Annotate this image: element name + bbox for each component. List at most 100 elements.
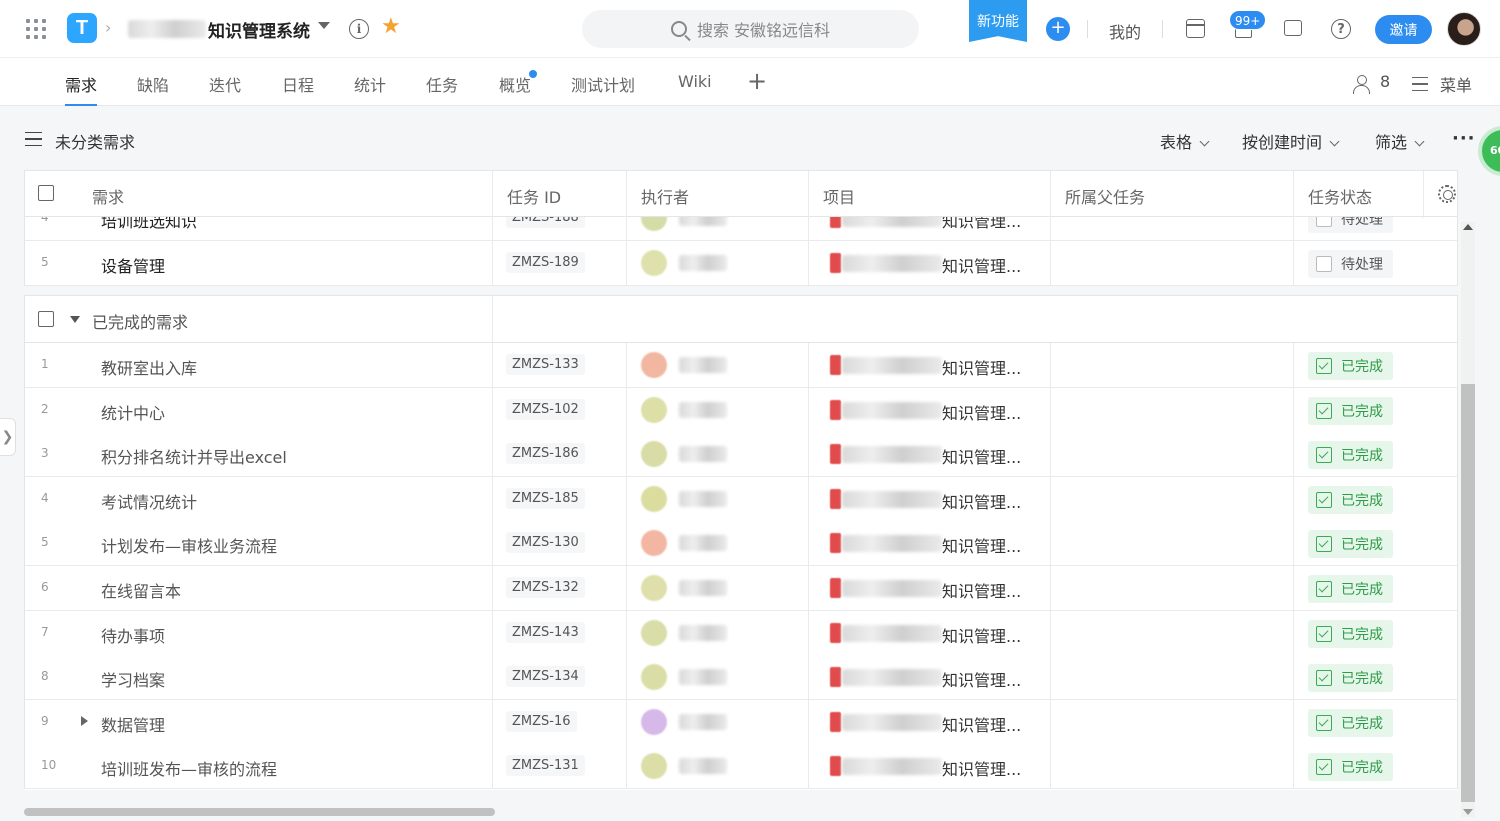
assignee-avatar[interactable] — [641, 753, 667, 780]
status-badge[interactable]: 已完成 — [1308, 619, 1393, 648]
invite-button[interactable]: 邀请 — [1375, 15, 1432, 44]
expand-row-icon[interactable] — [81, 715, 88, 726]
assignee-avatar[interactable] — [641, 530, 667, 557]
status-badge[interactable]: 已完成 — [1308, 485, 1393, 514]
table-row[interactable]: 3 积分排名统计并导出excel ZMZS-186 知识管理... 已完成 — [24, 432, 1458, 478]
requirement-title[interactable]: 设备管理 — [101, 253, 165, 277]
scroll-up-icon[interactable] — [1463, 224, 1473, 230]
requirement-title[interactable]: 积分排名统计并导出excel — [101, 444, 287, 468]
project-name[interactable]: 知识管理... — [942, 253, 1021, 277]
members-count[interactable]: 8 — [1380, 72, 1390, 91]
column-header-project[interactable]: 项目 — [823, 184, 855, 208]
status-badge[interactable]: 已完成 — [1308, 575, 1393, 603]
tab-test-plan[interactable]: 测试计划 — [571, 72, 635, 96]
status-badge[interactable]: 已完成 — [1308, 441, 1393, 470]
assignee-avatar[interactable] — [641, 396, 667, 423]
apps-grid-icon[interactable] — [26, 19, 46, 39]
requirement-title[interactable]: 数据管理 — [101, 712, 165, 736]
expand-sidebar-handle[interactable]: ❯ — [0, 418, 16, 456]
requirement-title[interactable]: 待办事项 — [101, 623, 165, 647]
project-name[interactable]: 知识管理... — [942, 355, 1021, 379]
assignee-avatar[interactable] — [641, 249, 667, 276]
project-name[interactable]: 知识管理... — [942, 578, 1021, 602]
column-header-requirement[interactable]: 需求 — [92, 184, 124, 208]
search-box[interactable]: 搜索 安徽铭远信科 — [582, 10, 919, 48]
column-header-parent-task[interactable]: 所属父任务 — [1065, 184, 1145, 208]
status-badge[interactable]: 待处理 — [1308, 249, 1393, 278]
requirement-title[interactable]: 培训班发布—审核的流程 — [101, 756, 277, 780]
tab-bugs[interactable]: 缺陷 — [137, 72, 169, 96]
assignee-avatar[interactable] — [641, 708, 667, 735]
tab-requirements[interactable]: 需求 — [65, 72, 98, 106]
table-row[interactable]: 7 待办事项 ZMZS-143 知识管理... 已完成 — [24, 610, 1458, 656]
status-badge[interactable]: 已完成 — [1308, 396, 1393, 425]
add-tab-icon[interactable]: + — [747, 67, 767, 95]
assignee-avatar[interactable] — [641, 441, 667, 468]
tab-wiki[interactable]: Wiki — [678, 72, 712, 91]
table-row[interactable]: 5 计划发布—审核业务流程 ZMZS-130 知识管理... 已完成 — [24, 521, 1458, 567]
vertical-scrollbar[interactable] — [1461, 222, 1475, 817]
sliders-icon[interactable] — [1412, 77, 1428, 91]
view-selector[interactable]: 表格 — [1160, 129, 1210, 153]
assignee-avatar[interactable] — [641, 485, 667, 512]
caret-down-icon[interactable] — [318, 22, 330, 29]
tab-statistics[interactable]: 统计 — [354, 72, 386, 96]
project-name[interactable]: 知识管理... — [942, 712, 1021, 736]
table-row[interactable]: 9 数据管理 ZMZS-16 知识管理... 已完成 — [24, 699, 1458, 745]
filter-selector[interactable]: 筛选 — [1375, 129, 1425, 153]
status-badge[interactable]: 已完成 — [1308, 753, 1393, 782]
user-avatar[interactable] — [1447, 12, 1481, 46]
project-name[interactable]: 知识管理... — [942, 756, 1021, 780]
project-name[interactable]: 知识管理... — [942, 533, 1021, 557]
project-name[interactable]: 知识管理... — [942, 444, 1021, 468]
members-icon[interactable] — [1353, 75, 1371, 94]
caret-down-icon[interactable] — [70, 316, 80, 323]
tab-overview[interactable]: 概览 — [499, 72, 531, 96]
requirement-title[interactable]: 教研室出入库 — [101, 355, 197, 379]
sort-selector[interactable]: 按创建时间 — [1242, 129, 1340, 153]
message-icon[interactable] — [1284, 20, 1302, 36]
column-header-task-id[interactable]: 任务 ID — [507, 184, 561, 208]
group-checkbox[interactable] — [38, 311, 54, 327]
group-row-completed[interactable]: 已完成的需求 — [24, 295, 1458, 343]
project-name[interactable]: 知识管理... — [942, 489, 1021, 513]
requirement-title[interactable]: 在线留言本 — [101, 578, 181, 602]
table-row[interactable]: 4 考试情况统计 ZMZS-185 知识管理... 已完成 — [24, 476, 1458, 522]
column-header-assignee[interactable]: 执行者 — [641, 184, 689, 208]
table-row[interactable]: 1 教研室出入库 ZMZS-133 知识管理... 已完成 — [24, 343, 1458, 388]
column-header-status[interactable]: 任务状态 — [1308, 184, 1372, 208]
menu-button[interactable]: 菜单 — [1440, 72, 1472, 96]
project-name[interactable]: 知识管理... — [942, 400, 1021, 424]
floating-assistant-bubble[interactable]: 60 — [1478, 126, 1500, 176]
assignee-avatar[interactable] — [641, 352, 667, 378]
assignee-avatar[interactable] — [641, 664, 667, 691]
project-selector[interactable]: 知识管理系统 — [128, 15, 310, 43]
requirement-title[interactable]: 计划发布—审核业务流程 — [101, 533, 277, 557]
project-name[interactable]: 知识管理... — [942, 667, 1021, 691]
assignee-avatar[interactable] — [641, 575, 667, 601]
requirement-title[interactable]: 考试情况统计 — [101, 489, 197, 513]
scrollbar-thumb[interactable] — [1461, 384, 1475, 802]
gear-icon[interactable] — [1438, 185, 1456, 203]
create-button[interactable]: + — [1046, 17, 1070, 41]
table-row[interactable]: 6 在线留言本 ZMZS-132 知识管理... 已完成 — [24, 566, 1458, 611]
tab-schedule[interactable]: 日程 — [282, 72, 314, 96]
tab-tasks[interactable]: 任务 — [426, 72, 458, 96]
select-all-checkbox[interactable] — [38, 185, 54, 201]
table-row[interactable]: 5 设备管理 ZMZS-189 知识管理... 待处理 — [24, 240, 1458, 286]
table-row[interactable]: 8 学习档案 ZMZS-134 知识管理... 已完成 — [24, 655, 1458, 701]
requirement-title[interactable]: 统计中心 — [101, 400, 165, 424]
star-icon[interactable]: ★ — [381, 14, 401, 39]
horizontal-scrollbar-thumb[interactable] — [24, 808, 495, 816]
project-name[interactable]: 知识管理... — [942, 623, 1021, 647]
new-feature-ribbon[interactable]: 新功能 — [969, 0, 1027, 42]
status-badge[interactable]: 已完成 — [1308, 664, 1393, 693]
status-badge[interactable]: 已完成 — [1308, 708, 1393, 737]
more-icon[interactable]: ··· — [1452, 128, 1476, 149]
info-icon[interactable]: i — [349, 19, 369, 39]
calendar-icon[interactable] — [1186, 19, 1205, 38]
app-logo[interactable]: T — [67, 13, 97, 43]
mine-link[interactable]: 我的 — [1109, 19, 1141, 43]
table-row[interactable]: 10 培训班发布—审核的流程 ZMZS-131 知识管理... 已完成 — [24, 744, 1458, 790]
table-row[interactable]: 2 统计中心 ZMZS-102 知识管理... 已完成 — [24, 387, 1458, 433]
